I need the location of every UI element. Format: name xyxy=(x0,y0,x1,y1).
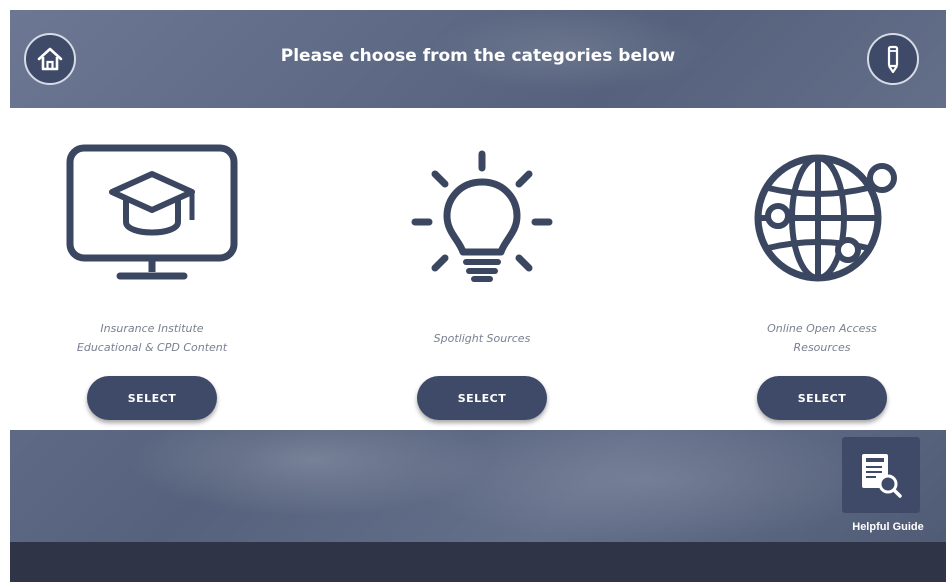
document-search-icon xyxy=(862,454,902,498)
globe-network-icon xyxy=(754,154,897,282)
category-education: Insurance Institute Educational & CPD Co… xyxy=(32,108,272,430)
select-open-access-button[interactable]: SELECT xyxy=(757,376,887,420)
category-label-line1: Insurance Institute xyxy=(100,322,204,335)
footer-bar xyxy=(10,542,946,582)
pencil-icon xyxy=(887,45,899,74)
app-frame: Please choose from the categories below … xyxy=(10,10,946,582)
page-title: Please choose from the categories below xyxy=(280,46,676,66)
category-label-line2: Educational & CPD Content xyxy=(76,341,228,354)
helpful-guide-label: Helpful Guide xyxy=(852,521,924,533)
category-label-line1: Online Open Access xyxy=(767,322,877,335)
categories-panel: Insurance Institute Educational & CPD Co… xyxy=(10,108,946,430)
select-spotlight-button[interactable]: SELECT xyxy=(417,376,547,420)
lightbulb-icon xyxy=(411,150,553,282)
category-label-line2: Resources xyxy=(793,341,851,354)
helpful-guide-icon-box[interactable] xyxy=(842,437,920,513)
category-label-line1: Spotlight Sources xyxy=(433,332,531,345)
category-spotlight: Spotlight Sources SELECT xyxy=(362,108,602,430)
monitor-graduation-cap-icon xyxy=(66,144,238,280)
select-education-button[interactable]: SELECT xyxy=(87,376,217,420)
category-open-access: Online Open Access Resources SELECT xyxy=(702,108,942,430)
notes-button[interactable] xyxy=(867,33,919,85)
helpful-guide-button[interactable]: Helpful Guide xyxy=(830,437,946,543)
